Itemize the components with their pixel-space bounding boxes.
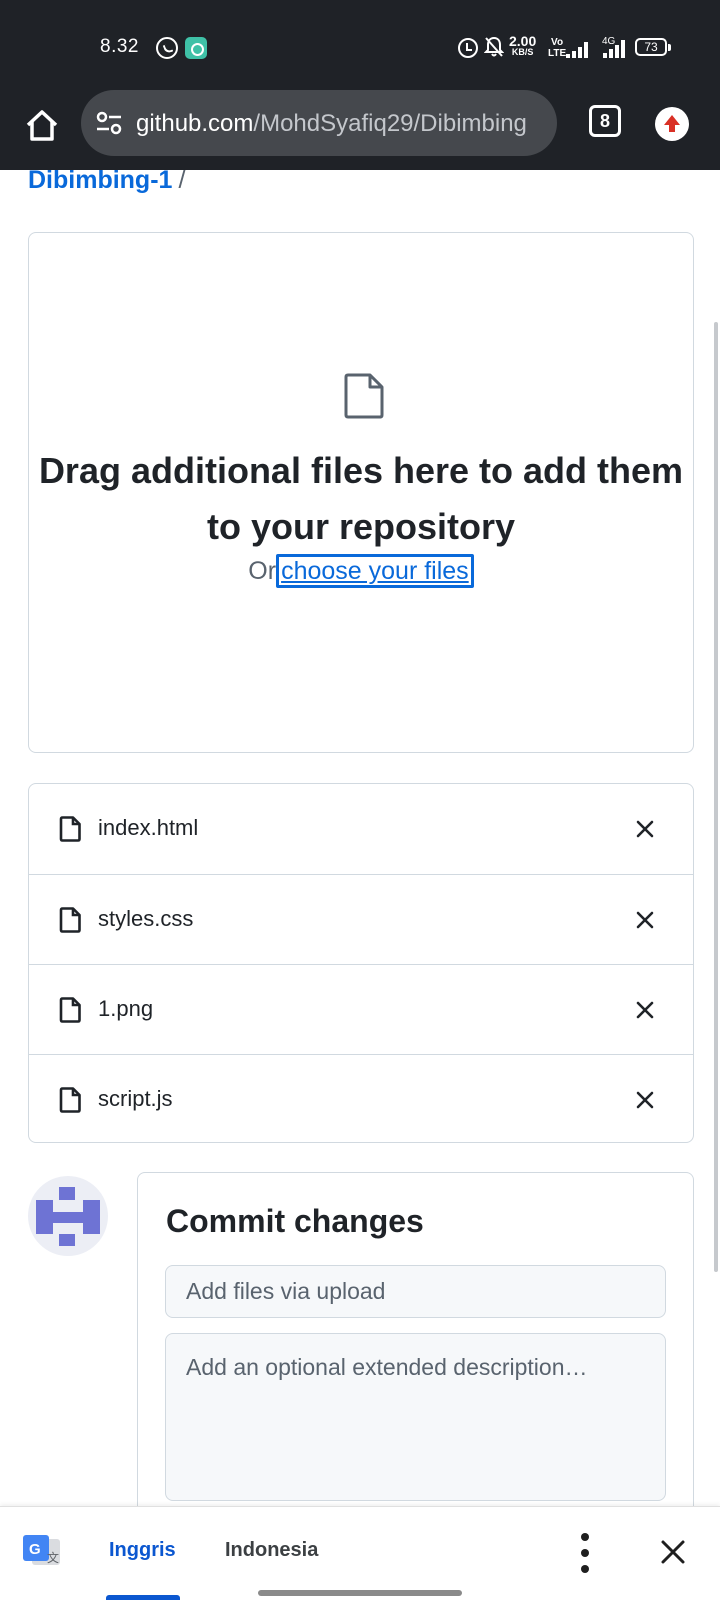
app-notification-icon [185,37,207,59]
dropzone-or-line: Or choose your files [29,554,693,588]
network-speed-unit: KB/S [511,47,534,57]
page-scrollbar[interactable] [714,322,718,1272]
site-settings-icon[interactable] [95,110,123,136]
dropzone-title: Drag additional files here to add them t… [38,450,684,547]
commit-description-textarea[interactable] [165,1333,666,1501]
url-text: github.com/MohdSyafiq29/Dibimbing [136,110,527,138]
signal-sim2-icon [603,38,629,58]
file-name: styles.css [98,906,194,931]
status-time: 8.32 [100,36,139,57]
tab-target-language[interactable]: Indonesia [225,1539,318,1562]
update-icon[interactable] [655,107,689,141]
volte-top: Vo [551,37,564,48]
file-icon [59,816,81,842]
tab-switcher-button[interactable]: 8 [589,105,621,137]
status-bar: 8.32 2.00 KB/S Vo LTE 4G 73 [0,0,720,88]
commit-summary-input[interactable] [165,1265,666,1318]
address-bar[interactable]: github.com/MohdSyafiq29/Dibimbing [81,90,557,156]
google-translate-icon: G文 [22,1535,62,1569]
remove-file-icon[interactable] [634,909,656,931]
more-options-icon[interactable] [575,1533,595,1573]
file-icon [59,997,81,1023]
svg-text:G: G [29,1541,41,1558]
gesture-navigation-bar[interactable] [258,1590,462,1596]
file-icon [59,1087,81,1113]
choose-files-link[interactable]: choose your files [276,554,474,588]
file-name: script.js [98,1086,173,1111]
home-icon[interactable] [22,106,62,146]
network-speed: 2.00 KB/S [509,34,536,58]
avatar[interactable] [28,1176,108,1256]
file-name: index.html [98,815,199,840]
signal-sim1-icon [566,38,592,58]
commit-title: Commit changes [166,1203,424,1239]
uploaded-files-list: index.html styles.css 1.png script.js [28,783,694,1143]
whatsapp-notification-icon [156,37,178,59]
tab-source-language[interactable]: Inggris [109,1539,176,1562]
volte-bottom: LTE [548,48,567,59]
bell-muted-icon [483,36,505,64]
file-row: styles.css [29,874,693,964]
file-icon [59,907,81,933]
breadcrumb-separator: / [178,166,186,194]
file-icon [342,373,384,419]
remove-file-icon[interactable] [634,999,656,1021]
browser-toolbar: github.com/MohdSyafiq29/Dibimbing 8 [0,88,720,170]
breadcrumb-repo-link[interactable]: Dibimbing-1 [28,166,172,194]
translate-bar: G文 Inggris Indonesia [0,1506,720,1600]
file-row: script.js [29,1054,693,1144]
breadcrumb: Dibimbing-1/ [28,166,185,195]
url-path: /MohdSyafiq29/Dibimbing [253,110,527,137]
battery-icon: 73 [635,38,671,56]
file-row: 1.png [29,964,693,1054]
close-icon[interactable] [660,1539,686,1565]
url-host: github.com [136,110,254,137]
remove-file-icon[interactable] [634,1089,656,1111]
alarm-icon [458,38,478,58]
svg-text:文: 文 [47,1550,59,1565]
dropzone-or-text: Or [248,557,277,585]
file-row: index.html [29,784,693,874]
volte-indicator: Vo LTE [548,37,566,59]
file-name: 1.png [98,996,154,1021]
file-dropzone[interactable]: Drag additional files here to add them t… [28,232,694,753]
remove-file-icon[interactable] [634,818,656,840]
active-tab-indicator [106,1595,180,1600]
